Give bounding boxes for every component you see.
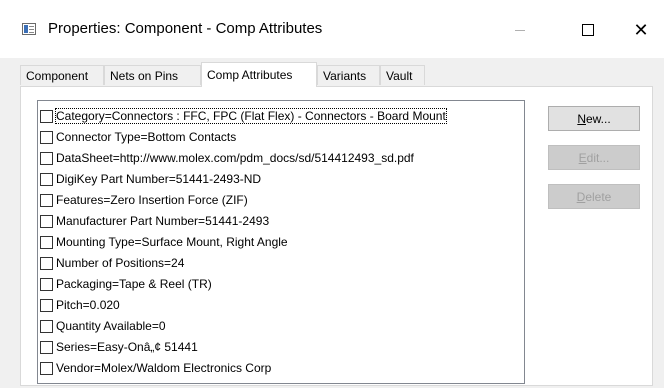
list-item-label: DataSheet=http://www.molex.com/pdm_docs/… (56, 151, 414, 165)
list-item[interactable]: Vendor=Molex/Waldom Electronics Corp (40, 359, 522, 377)
new-button-label: New... (577, 111, 611, 126)
checkbox[interactable] (40, 214, 53, 228)
tab-vault[interactable]: Vault (380, 65, 425, 85)
properties-dialog: Properties: Component - Comp Attributes … (0, 0, 664, 388)
new-button[interactable]: New... (548, 106, 640, 131)
checkbox[interactable] (40, 340, 53, 354)
maximize-button[interactable] (565, 12, 611, 48)
tab-component[interactable]: Component (20, 65, 104, 85)
list-item-label: Connector Type=Bottom Contacts (56, 130, 237, 144)
list-item-label: Category=Connectors : FFC, FPC (Flat Fle… (55, 108, 447, 124)
list-item-label: Number of Positions=24 (56, 256, 185, 270)
list-item-label: Quantity Available=0 (56, 319, 166, 333)
list-item[interactable]: DigiKey Part Number=51441-2493-ND (40, 170, 522, 188)
list-item-label: Features=Zero Insertion Force (ZIF) (56, 193, 248, 207)
window-title: Properties: Component - Comp Attributes (48, 20, 323, 37)
checkbox[interactable] (40, 151, 53, 165)
list-item-label: Vendor=Molex/Waldom Electronics Corp (56, 361, 272, 375)
attributes-checklist[interactable]: Category=Connectors : FFC, FPC (Flat Fle… (37, 100, 525, 384)
checkbox[interactable] (40, 130, 53, 144)
checkbox[interactable] (40, 109, 53, 123)
checkbox[interactable] (40, 319, 53, 333)
checkbox[interactable] (40, 172, 53, 186)
window-app-icon (22, 23, 36, 35)
list-item-label: Packaging=Tape & Reel (TR) (56, 277, 212, 291)
minimize-button (497, 12, 543, 48)
list-item-label: Series=Easy-Onâ„¢ 51441 (56, 340, 198, 354)
checkbox[interactable] (40, 298, 53, 312)
list-item[interactable]: Packaging=Tape & Reel (TR) (40, 275, 522, 293)
list-item[interactable]: Series=Easy-Onâ„¢ 51441 (40, 338, 522, 356)
checkbox[interactable] (40, 235, 53, 249)
checkbox[interactable] (40, 256, 53, 270)
delete-button-label: Delete (576, 189, 612, 204)
tab-variants[interactable]: Variants (317, 65, 380, 85)
close-button[interactable]: ✕ (618, 12, 664, 48)
list-item[interactable]: DataSheet=http://www.molex.com/pdm_docs/… (40, 149, 522, 167)
close-icon: ✕ (633, 19, 649, 40)
delete-button[interactable]: Delete (548, 184, 640, 209)
list-item[interactable]: Features=Zero Insertion Force (ZIF) (40, 191, 522, 209)
list-item-label: Mounting Type=Surface Mount, Right Angle (56, 235, 288, 249)
tab-strip: Component Nets on Pins Comp Attributes V… (20, 62, 580, 87)
list-item-label: Pitch=0.020 (56, 298, 120, 312)
tab-nets-on-pins[interactable]: Nets on Pins (104, 65, 201, 85)
checkbox[interactable] (40, 193, 53, 207)
list-item-label: DigiKey Part Number=51441-2493-ND (56, 172, 262, 186)
edit-button-label: Edit... (578, 150, 610, 165)
list-item[interactable]: Connector Type=Bottom Contacts (40, 128, 522, 146)
maximize-icon (582, 24, 594, 36)
minimize-icon (515, 29, 525, 31)
list-item[interactable]: Manufacturer Part Number=51441-2493 (40, 212, 522, 230)
list-item[interactable]: Quantity Available=0 (40, 317, 522, 335)
list-item-label: Manufacturer Part Number=51441-2493 (56, 214, 270, 228)
list-item[interactable]: Mounting Type=Surface Mount, Right Angle (40, 233, 522, 251)
list-item[interactable]: Category=Connectors : FFC, FPC (Flat Fle… (40, 107, 522, 125)
list-item[interactable]: Pitch=0.020 (40, 296, 522, 314)
tab-comp-attributes[interactable]: Comp Attributes (201, 62, 317, 87)
checkbox[interactable] (40, 277, 53, 291)
checkbox[interactable] (40, 361, 53, 375)
edit-button[interactable]: Edit... (548, 145, 640, 170)
list-item[interactable]: Number of Positions=24 (40, 254, 522, 272)
title-bar: Properties: Component - Comp Attributes … (0, 0, 664, 58)
